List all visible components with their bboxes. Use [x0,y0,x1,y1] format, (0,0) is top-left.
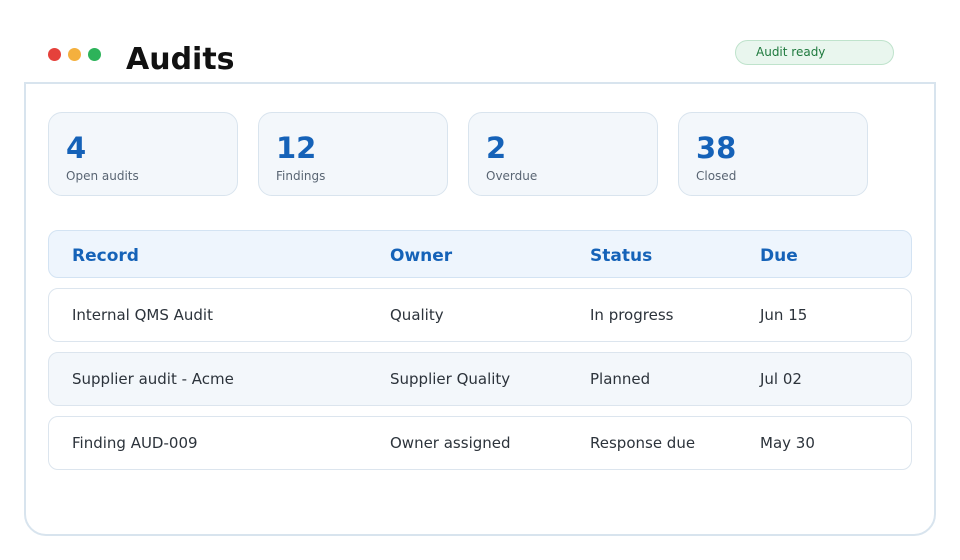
maximize-window-button[interactable] [88,48,101,61]
stat-value: 38 [696,131,737,165]
status-badge: Audit ready [735,40,894,65]
stat-label: Overdue [486,169,538,183]
audits-window: Audits Audit ready 4 Open audits 12 Find… [0,0,960,560]
stat-card-findings[interactable]: 12 Findings [258,112,448,196]
stat-label: Closed [696,169,737,183]
window-controls [48,48,101,61]
minimize-window-button[interactable] [68,48,81,61]
table-row[interactable]: Supplier audit - Acme Supplier Quality P… [48,352,912,406]
stat-card-overdue[interactable]: 2 Overdue [468,112,658,196]
due-cell: May 30 [760,434,815,452]
record-cell: Supplier audit - Acme [72,370,234,388]
status-cell: In progress [590,306,674,324]
table-header: Record Owner Status Due [48,230,912,278]
stat-label: Findings [276,169,326,183]
column-header-record[interactable]: Record [72,231,139,281]
due-cell: Jun 15 [760,306,808,324]
audits-table: Record Owner Status Due Internal QMS Aud… [48,230,912,480]
table-row[interactable]: Internal QMS Audit Quality In progress J… [48,288,912,342]
column-header-status[interactable]: Status [590,231,652,281]
stat-label: Open audits [66,169,139,183]
record-cell: Internal QMS Audit [72,306,213,324]
close-window-button[interactable] [48,48,61,61]
stat-value: 12 [276,131,317,165]
stat-value: 4 [66,131,87,165]
status-cell: Response due [590,434,696,452]
stat-card-open-audits[interactable]: 4 Open audits [48,112,238,196]
column-header-due[interactable]: Due [760,231,798,281]
stat-value: 2 [486,131,507,165]
table-row[interactable]: Finding AUD-009 Owner assigned Response … [48,416,912,470]
due-cell: Jul 02 [760,370,802,388]
owner-cell: Quality [390,306,444,324]
owner-cell: Supplier Quality [390,370,511,388]
page-title: Audits [126,42,235,77]
status-cell: Planned [590,370,651,388]
column-header-owner[interactable]: Owner [390,231,452,281]
stats-row: 4 Open audits 12 Findings 2 Overdue 38 C… [48,112,868,196]
stat-card-closed[interactable]: 38 Closed [678,112,868,196]
owner-cell: Owner assigned [390,434,511,452]
record-cell: Finding AUD-009 [72,434,198,452]
